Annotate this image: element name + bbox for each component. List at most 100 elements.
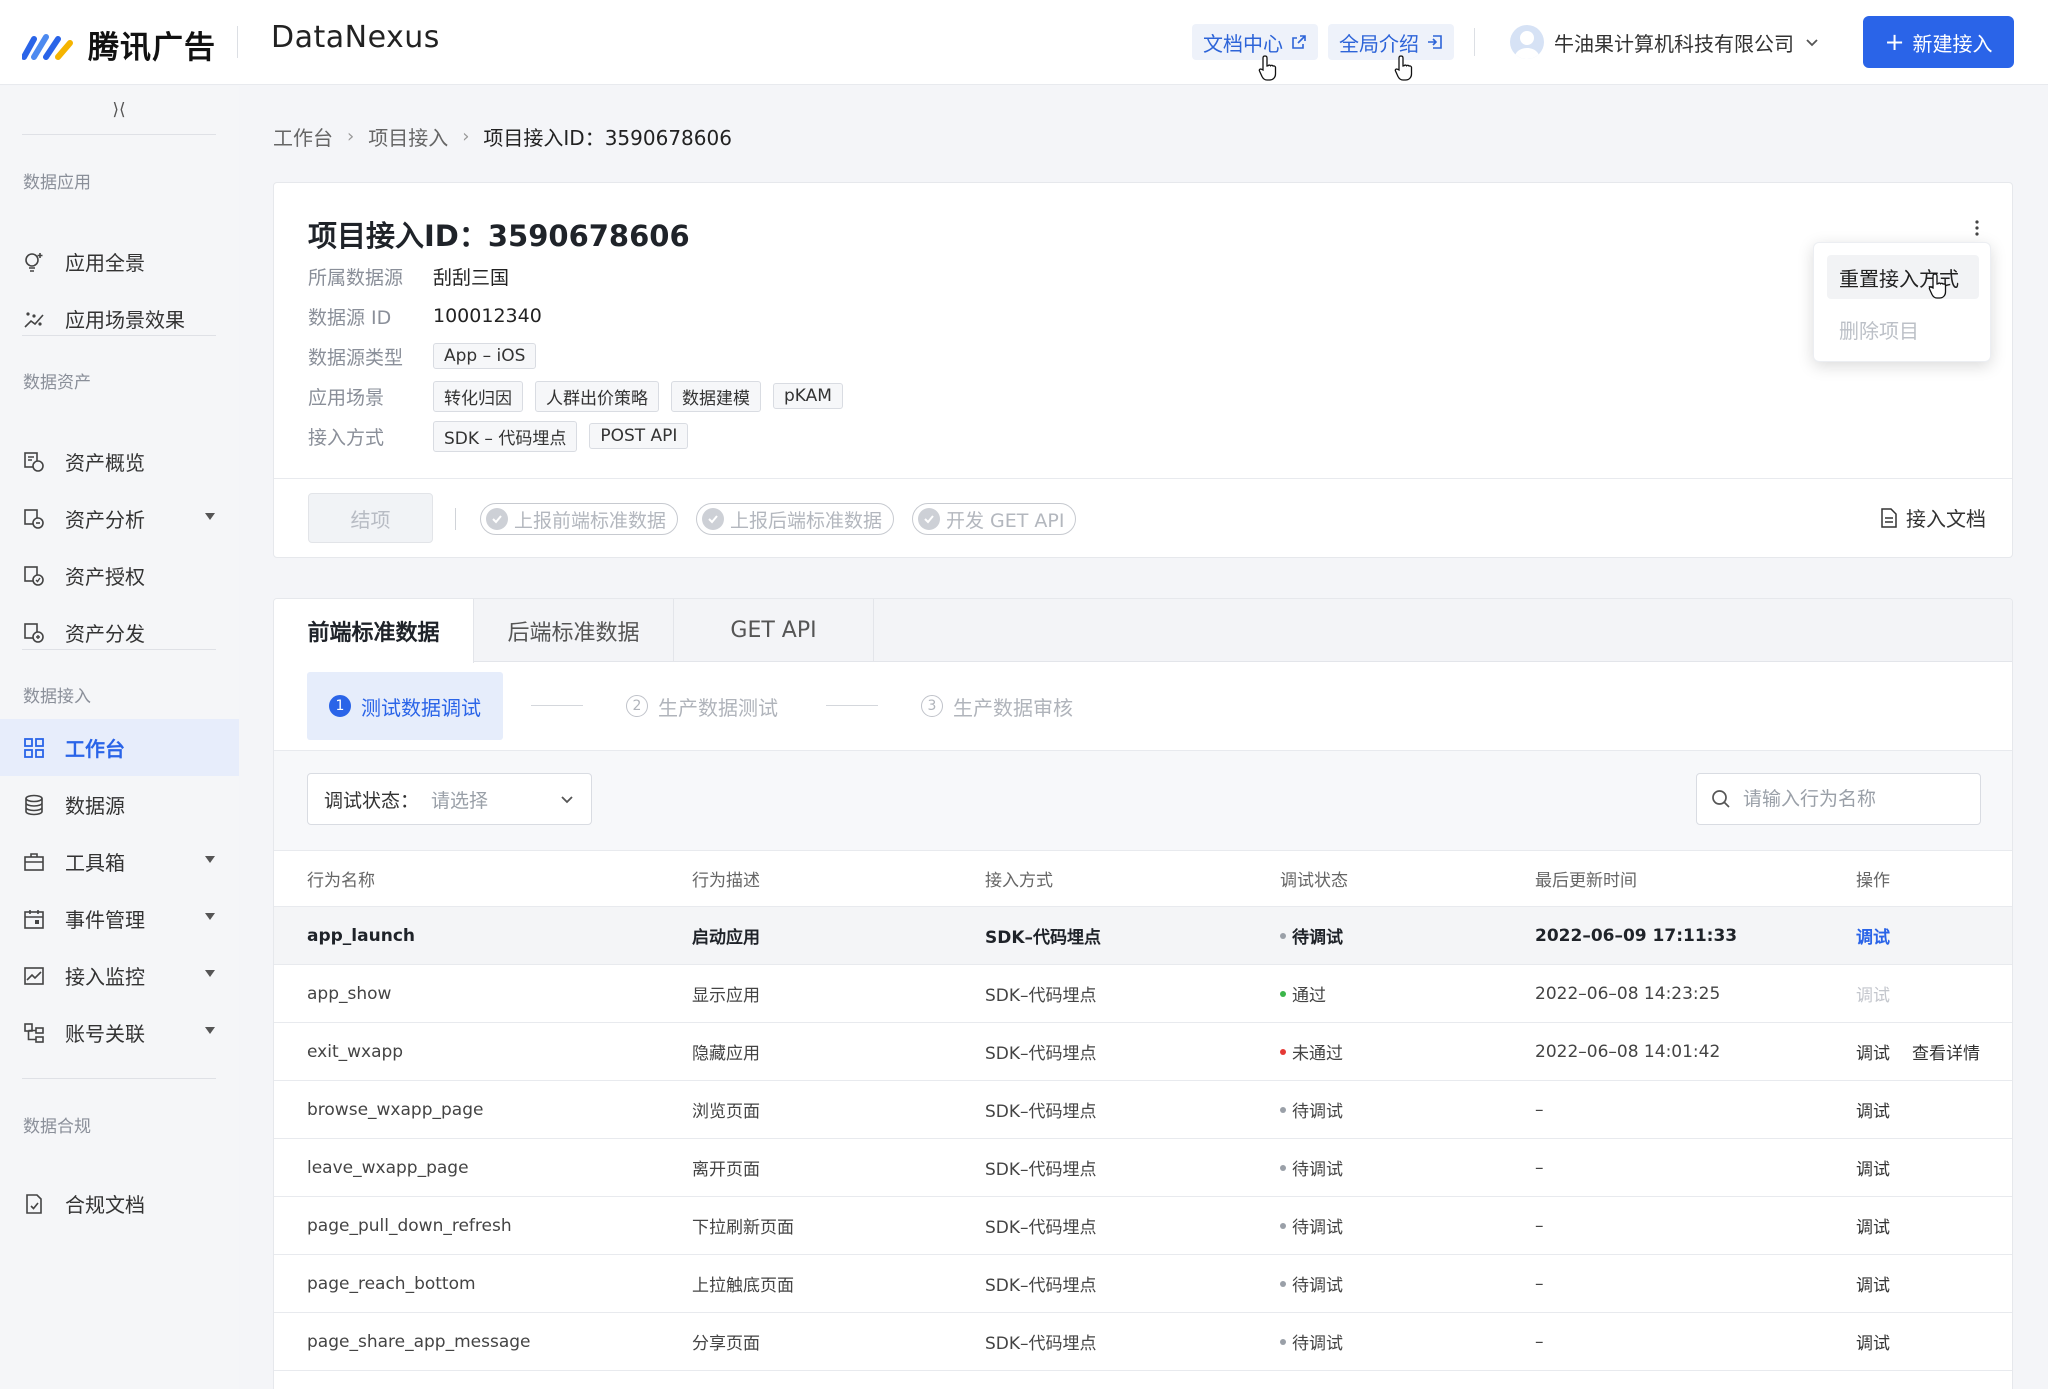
sidebar-item-toolbox[interactable]: 工具箱 xyxy=(0,833,239,890)
progress-chip-frontend: 上报前端标准数据 xyxy=(480,503,679,535)
column-header: 最后更新时间 xyxy=(1535,871,1637,891)
debug-button[interactable]: 调试 xyxy=(1856,1313,1890,1370)
step-indicator: 1 测试数据调试 2 生产数据测试 3 生产数据审核 xyxy=(274,662,2012,751)
cell-behavior-desc: 上拉触底页面 xyxy=(692,1276,794,1296)
progress-chip-get-api: 开发 GET API xyxy=(912,503,1077,535)
sidebar-item-compliance-doc[interactable]: 合规文档 xyxy=(0,1175,239,1232)
finish-project-button[interactable]: 结项 xyxy=(308,493,433,543)
sidebar-item-asset-auth[interactable]: 资产授权 xyxy=(0,547,239,604)
column-header: 行为名称 xyxy=(307,871,375,891)
external-link-icon xyxy=(1292,35,1306,49)
menu-item-reset-access[interactable]: 重置接入方式 xyxy=(1827,255,1979,299)
breadcrumb: 工作台 › 项目接入 › 项目接入ID：3590678606 xyxy=(273,122,732,151)
breadcrumb-item[interactable]: 工作台 xyxy=(273,122,333,151)
global-intro-link[interactable]: 全局介绍 xyxy=(1328,24,1454,60)
table-row: app_show 显示应用 SDK–代码埋点 通过 2022–06–08 14:23:2… xyxy=(274,965,2012,1023)
table-row: exit_wxapp 隐藏应用 SDK–代码埋点 未通过 2022–06–08 14:0… xyxy=(274,1023,2012,1081)
caret-down-icon xyxy=(205,513,215,520)
plus-icon: + xyxy=(1884,28,1905,56)
table-row: page_reach_bottom 上拉触底页面 SDK–代码埋点 待调试 – 调试 xyxy=(274,1255,2012,1313)
breadcrumb-item[interactable]: 项目接入 xyxy=(368,122,448,151)
view-details-button[interactable]: 查看详情 xyxy=(1912,1023,1980,1080)
sidebar-item-label: 账号关联 xyxy=(65,1022,145,1046)
search-input[interactable] xyxy=(1743,788,1943,810)
access-doc-link[interactable]: 接入文档 xyxy=(1880,503,1986,532)
sidebar-item-label: 资产分析 xyxy=(65,508,145,532)
menu-item-delete-project[interactable]: 删除项目 xyxy=(1827,307,1979,351)
tab-get-api[interactable]: GET API xyxy=(674,599,874,662)
logo[interactable]: 腾讯广告 xyxy=(22,22,216,67)
cell-debug-status: 待调试 xyxy=(1280,1139,1343,1196)
sidebar-item-scene-effect[interactable]: 应用场景效果 xyxy=(0,290,239,347)
cell-behavior-name: page_reach_bottom xyxy=(307,1273,476,1294)
debug-button[interactable]: 调试 xyxy=(1856,1139,1890,1196)
cell-access-method: SDK–代码埋点 xyxy=(985,1334,1097,1354)
sidebar-item-access-monitor[interactable]: 接入监控 xyxy=(0,947,239,1004)
debug-button[interactable]: 调试 xyxy=(1856,965,1890,1022)
step-number: 1 xyxy=(329,695,351,717)
debug-button[interactable]: 调试 xyxy=(1856,907,1890,964)
sidebar-item-app-overview[interactable]: 应用全景 xyxy=(0,233,239,290)
caret-down-icon xyxy=(205,1027,215,1034)
cell-access-method: SDK–代码埋点 xyxy=(985,1160,1097,1180)
account-switcher[interactable]: 牛油果计算机科技有限公司 xyxy=(1510,24,1820,60)
table-row: leave_wxapp_page 离开页面 SDK–代码埋点 待调试 – 调试 xyxy=(274,1139,2012,1197)
tab-backend-data[interactable]: 后端标准数据 xyxy=(474,599,674,662)
step-prod-review: 3 生产数据审核 xyxy=(921,672,1073,740)
asset-dist-icon xyxy=(24,622,44,643)
column-header: 操作 xyxy=(1856,871,1890,891)
cell-debug-status: 待调试 xyxy=(1280,1081,1343,1138)
info-row-scene: 应用场景 转化归因 人群出价策略 数据建模 pKAM xyxy=(308,380,855,412)
sidebar-item-asset-dist[interactable]: 资产分发 xyxy=(0,604,239,661)
caret-down-icon xyxy=(205,970,215,977)
cell-update-time: 2022–06–08 14:01:42 xyxy=(1535,1041,1721,1062)
sidebar-item-event-mgmt[interactable]: 事件管理 xyxy=(0,890,239,947)
debug-button[interactable]: 调试 xyxy=(1856,1081,1890,1138)
more-vertical-icon[interactable] xyxy=(1971,218,1983,238)
cell-behavior-name: app_show xyxy=(307,983,392,1004)
cell-update-time: – xyxy=(1535,1215,1544,1236)
sidebar-item-workbench[interactable]: 工作台 xyxy=(0,719,239,776)
select-label: 调试状态： xyxy=(324,789,420,812)
doc-center-label: 文档中心 xyxy=(1203,31,1283,56)
debug-button[interactable]: 调试 xyxy=(1856,1255,1890,1312)
status-badge: 待调试 xyxy=(1292,1276,1343,1296)
cell-behavior-name: leave_wxapp_page xyxy=(307,1157,469,1178)
debug-status-select[interactable]: 调试状态： 请选择 xyxy=(307,773,592,825)
cell-debug-status: 待调试 xyxy=(1280,1197,1343,1254)
document-icon xyxy=(1881,507,1897,528)
sidebar-divider xyxy=(22,649,216,650)
data-panel: 前端标准数据 后端标准数据 GET API 1 测试数据调试 2 生产数据测试 … xyxy=(273,598,2013,1389)
vertical-divider xyxy=(455,508,456,530)
tab-frontend-data[interactable]: 前端标准数据 xyxy=(274,599,474,663)
hand-cursor-icon xyxy=(1394,55,1413,81)
sidebar-item-asset-overview[interactable]: 资产概览 xyxy=(0,433,239,490)
sidebar-item-label: 接入监控 xyxy=(65,965,145,989)
sidebar-item-asset-analysis[interactable]: 资产分析 xyxy=(0,490,239,547)
enter-icon xyxy=(1428,35,1442,49)
grid-icon xyxy=(24,737,44,758)
step-connector xyxy=(531,705,583,706)
sidebar-item-account-link[interactable]: 账号关联 xyxy=(0,1004,239,1061)
info-row-method: 接入方式 SDK – 代码埋点 POST API xyxy=(308,420,700,452)
sidebar-item-label: 工具箱 xyxy=(65,851,125,875)
behavior-table: 行为名称 行为描述 接入方式 调试状态 最后更新时间 操作 app_launch… xyxy=(274,851,2012,1371)
collapse-sidebar-icon[interactable]: ⟩⟨ xyxy=(22,100,216,122)
chevron-down-icon xyxy=(1806,39,1818,47)
debug-button[interactable]: 调试 xyxy=(1856,1197,1890,1254)
sidebar-item-datasource[interactable]: 数据源 xyxy=(0,776,239,833)
cell-debug-status: 待调试 xyxy=(1280,1313,1343,1370)
global-intro-label: 全局介绍 xyxy=(1339,31,1419,56)
tag: pKAM xyxy=(773,383,843,409)
tencent-ads-logo-icon xyxy=(22,33,73,60)
debug-button[interactable]: 调试 xyxy=(1856,1023,1890,1080)
header-divider xyxy=(1474,28,1475,56)
field-label: 数据源类型 xyxy=(308,346,404,369)
doc-center-link[interactable]: 文档中心 xyxy=(1192,24,1318,60)
new-access-button[interactable]: + 新建接入 xyxy=(1863,16,2014,68)
scatter-icon xyxy=(24,311,44,328)
cell-access-method: SDK–代码埋点 xyxy=(985,986,1097,1006)
step-test-debug[interactable]: 1 测试数据调试 xyxy=(307,672,503,740)
cell-behavior-desc: 显示应用 xyxy=(692,986,760,1006)
status-badge: 待调试 xyxy=(1292,1334,1343,1354)
